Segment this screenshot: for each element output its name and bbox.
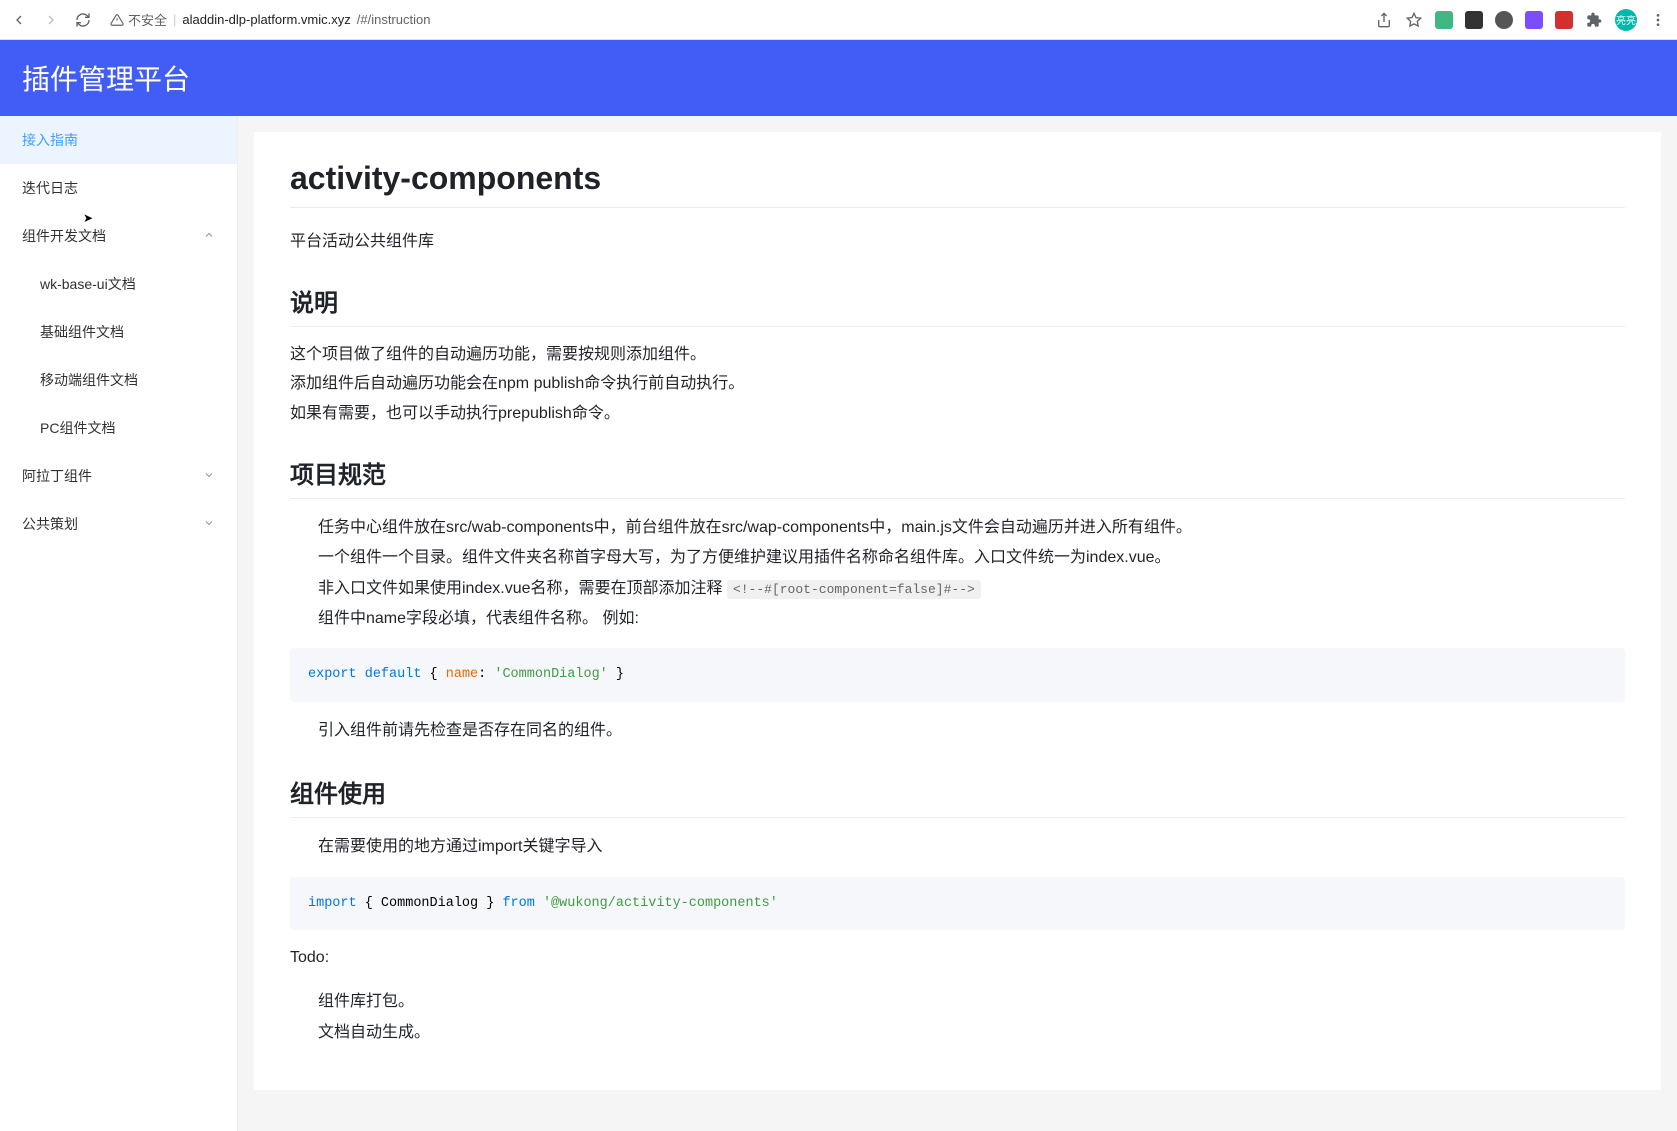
main-content: activity-components 平台活动公共组件库 说明 这个项目做了组…	[254, 132, 1661, 1090]
sidebar-item-changelog[interactable]: 迭代日志	[0, 164, 237, 212]
address-bar[interactable]: 不安全 | aladdin-dlp-platform.vmic.xyz/#/in…	[102, 6, 1365, 34]
url-host: aladdin-dlp-platform.vmic.xyz	[182, 12, 350, 27]
sidebar-sub-mobile-component[interactable]: 移动端组件文档	[0, 356, 237, 404]
spec-bullet: 引入组件前请先检查是否存在同名的组件。	[318, 716, 1625, 746]
sidebar-item-guide[interactable]: 接入指南	[0, 116, 237, 164]
vue-devtools-icon[interactable]	[1435, 11, 1453, 29]
sidebar-item-label: 基础组件文档	[40, 324, 124, 340]
doc-subtitle: 平台活动公共组件库	[290, 228, 1625, 255]
spec-bullet: 任务中心组件放在src/wab-components中，前台组件放在src/wa…	[318, 513, 1625, 543]
code-block-import: import { CommonDialog } from '@wukong/ac…	[290, 877, 1625, 931]
todo-item: 组件库打包。	[318, 987, 1625, 1017]
page-header: 插件管理平台	[0, 40, 1677, 116]
sidebar-sub-pc-component[interactable]: PC组件文档	[0, 404, 237, 452]
app-title: 插件管理平台	[22, 58, 1655, 98]
reload-button[interactable]	[74, 11, 92, 29]
extension-icon-2[interactable]	[1525, 11, 1543, 29]
sidebar-item-label: 迭代日志	[22, 178, 78, 198]
url-path: /#/instruction	[357, 12, 431, 27]
sidebar-item-label: PC组件文档	[40, 420, 115, 436]
usage-bullet: 在需要使用的地方通过import关键字导入	[318, 832, 1625, 862]
sidebar-item-component-docs[interactable]: 组件开发文档	[0, 212, 237, 260]
sidebar-sub-base-component[interactable]: 基础组件文档	[0, 308, 237, 356]
desc-line: 如果有需要，也可以手动执行prepublish命令。	[290, 400, 1625, 427]
spec-bullet: 非入口文件如果使用index.vue名称，需要在顶部添加注释 <!--#[roo…	[318, 574, 1625, 604]
sidebar-item-label: 移动端组件文档	[40, 372, 138, 388]
code-block-export: export default { name: 'CommonDialog' }	[290, 648, 1625, 702]
chevron-down-icon	[203, 516, 215, 532]
heading-usage: 组件使用	[290, 774, 1625, 818]
browser-toolbar: 不安全 | aladdin-dlp-platform.vmic.xyz/#/in…	[0, 0, 1677, 40]
forward-button[interactable]	[42, 11, 60, 29]
heading-desc: 说明	[290, 283, 1625, 327]
inline-code: <!--#[root-component=false]#-->	[727, 580, 981, 599]
insecure-badge: 不安全	[110, 10, 167, 29]
todo-item: 文档自动生成。	[318, 1018, 1625, 1048]
sidebar-item-public-plan[interactable]: 公共策划	[0, 500, 237, 548]
sidebar-item-label: 公共策划	[22, 514, 78, 534]
extension-icon-3[interactable]	[1555, 11, 1573, 29]
desc-line: 这个项目做了组件的自动遍历功能，需要按规则添加组件。	[290, 341, 1625, 368]
qr-extension-icon[interactable]	[1465, 11, 1483, 29]
todo-label: Todo:	[290, 944, 1625, 971]
sidebar-sub-wk-base-ui[interactable]: wk-base-ui文档	[0, 260, 237, 308]
chevron-down-icon	[203, 468, 215, 484]
sidebar-item-label: wk-base-ui文档	[40, 276, 136, 292]
profile-avatar[interactable]: 亮亮	[1615, 9, 1637, 31]
desc-line: 添加组件后自动遍历功能会在npm publish命令执行前自动执行。	[290, 370, 1625, 397]
extension-icon-1[interactable]	[1495, 11, 1513, 29]
sidebar-item-label: 组件开发文档	[22, 226, 106, 246]
doc-title: activity-components	[290, 160, 1625, 208]
extensions-icon[interactable]	[1585, 11, 1603, 29]
sidebar-item-label: 接入指南	[22, 130, 78, 150]
spec-bullet: 组件中name字段必填，代表组件名称。 例如:	[318, 604, 1625, 634]
back-button[interactable]	[10, 11, 28, 29]
bookmark-icon[interactable]	[1405, 11, 1423, 29]
spec-bullet: 一个组件一个目录。组件文件夹名称首字母大写，为了方便维护建议用插件名称命名组件库…	[318, 543, 1625, 573]
sidebar-item-label: 阿拉丁组件	[22, 466, 92, 486]
sidebar: 接入指南 迭代日志 组件开发文档 wk-base-ui文档 基础组件文档 移动端…	[0, 116, 238, 1131]
menu-icon[interactable]	[1649, 11, 1667, 29]
share-icon[interactable]	[1375, 11, 1393, 29]
sidebar-item-aladdin[interactable]: 阿拉丁组件	[0, 452, 237, 500]
heading-spec: 项目规范	[290, 455, 1625, 499]
chevron-up-icon	[203, 228, 215, 244]
